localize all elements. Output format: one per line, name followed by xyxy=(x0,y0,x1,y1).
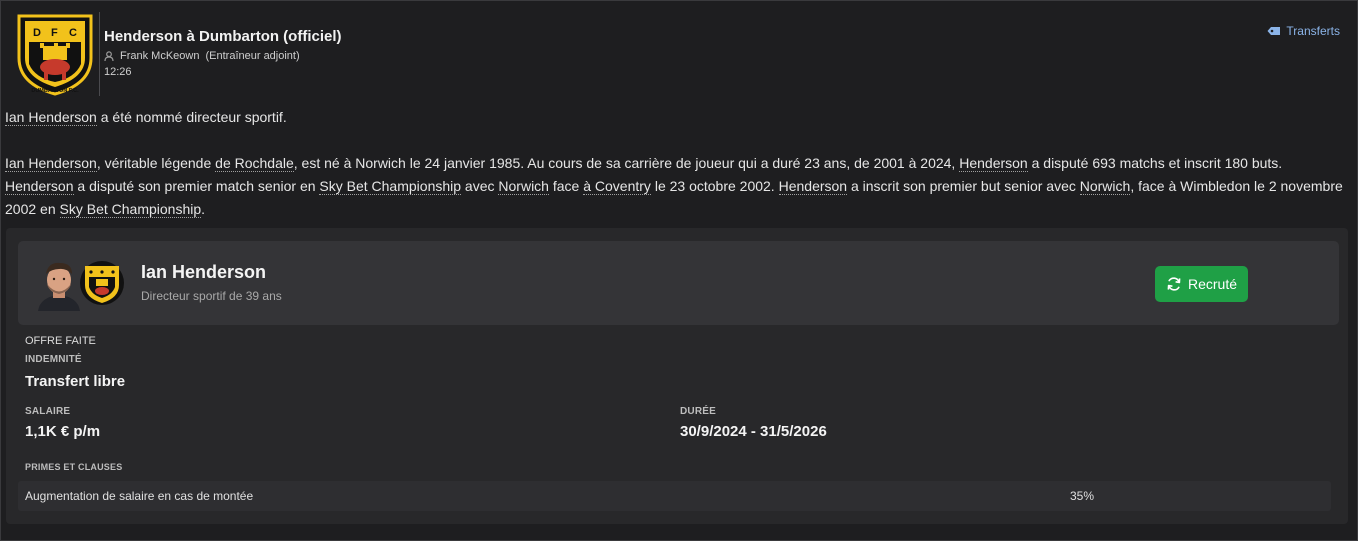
clause-value: 35% xyxy=(1070,489,1095,503)
news-time: 12:26 xyxy=(104,66,132,78)
header-divider xyxy=(99,12,100,96)
author-line: Frank McKeown (Entraîneur adjoint) xyxy=(104,50,342,62)
club-link[interactable]: à Coventry xyxy=(583,178,651,195)
salary-label: SALAIRE xyxy=(25,406,71,417)
person-portrait[interactable] xyxy=(34,259,84,311)
recruited-label[interactable]: Recruté xyxy=(1188,276,1237,292)
text-span: a inscrit son premier but senior avec xyxy=(847,178,1080,194)
transfers-tag-link[interactable]: Transferts xyxy=(1267,24,1340,38)
article-body: Ian Henderson a été nommé directeur spor… xyxy=(5,106,1350,221)
text-span: , véritable légende xyxy=(96,155,216,171)
recruited-button[interactable]: Recruté xyxy=(1155,266,1248,302)
text-span: a été nommé directeur sportif. xyxy=(96,109,287,125)
duration-value: 30/9/2024 - 31/5/2026 xyxy=(680,423,827,440)
person-link[interactable]: Ian Henderson xyxy=(5,155,97,172)
club-badge-icon[interactable] xyxy=(79,260,125,306)
clause-row: Augmentation de salaire en cas de montée… xyxy=(18,481,1331,511)
club-link[interactable]: de Rochdale xyxy=(215,155,294,172)
text-span: a disputé 693 matchs et inscrit 180 buts… xyxy=(1027,155,1283,171)
transfer-card: Ian Henderson Directeur sportif de 39 an… xyxy=(6,228,1348,524)
fee-label: INDEMNITÉ xyxy=(25,354,82,365)
tag-label[interactable]: Transferts xyxy=(1286,24,1340,38)
fee-value: Transfert libre xyxy=(25,373,126,390)
person-name[interactable]: Ian Henderson xyxy=(141,262,266,283)
person-role: Directeur sportif de 39 ans xyxy=(141,289,282,303)
person-icon xyxy=(104,51,114,61)
duration-label: DURÉE xyxy=(680,406,717,417)
author-role: (Entraîneur adjoint) xyxy=(205,50,300,62)
crest-name: DUMBARTON F.C. xyxy=(31,88,79,94)
text-span: , est né à Norwich le 24 janvier 1985. A… xyxy=(293,155,960,171)
club-link[interactable]: Norwich xyxy=(1079,178,1131,195)
crest-letter-d: D xyxy=(33,27,41,39)
crest-letter-f: F xyxy=(51,27,58,39)
refresh-icon xyxy=(1167,277,1181,291)
person-card[interactable]: Ian Henderson Directeur sportif de 39 an… xyxy=(18,241,1339,325)
clause-description: Augmentation de salaire en cas de montée xyxy=(25,489,254,503)
dumbarton-crest-logo[interactable]: D F C DUMBARTON F.C. xyxy=(13,12,97,96)
text-span: . xyxy=(201,201,206,217)
crest-letter-c: C xyxy=(69,27,77,39)
salary-value: 1,1K € p/m xyxy=(25,423,101,440)
author-name[interactable]: Frank McKeown xyxy=(120,50,199,62)
person-link[interactable]: Henderson xyxy=(959,155,1028,172)
person-link[interactable]: Henderson xyxy=(5,178,74,195)
text-span: face xyxy=(548,178,584,194)
person-link[interactable]: Ian Henderson xyxy=(5,109,97,126)
article-paragraph: Ian Henderson a été nommé directeur spor… xyxy=(5,106,1350,129)
competition-link[interactable]: Sky Bet Championship xyxy=(319,178,462,195)
text-span: avec xyxy=(461,178,499,194)
news-title: Henderson à Dumbarton (officiel) xyxy=(104,28,342,45)
text-span: le 23 octobre 2002. xyxy=(650,178,779,194)
clauses-label: PRIMES ET CLAUSES xyxy=(25,462,123,472)
person-link[interactable]: Henderson xyxy=(778,178,848,195)
article-paragraph: Ian Henderson, véritable légende de Roch… xyxy=(5,152,1350,221)
tag-icon xyxy=(1267,27,1281,35)
club-link[interactable]: Norwich xyxy=(498,178,549,195)
text-span: a disputé son premier match senior en xyxy=(73,178,320,194)
competition-link[interactable]: Sky Bet Championship xyxy=(59,201,202,218)
header-text: Henderson à Dumbarton (officiel) Frank M… xyxy=(104,28,342,78)
offer-status: OFFRE FAITE xyxy=(25,335,96,347)
